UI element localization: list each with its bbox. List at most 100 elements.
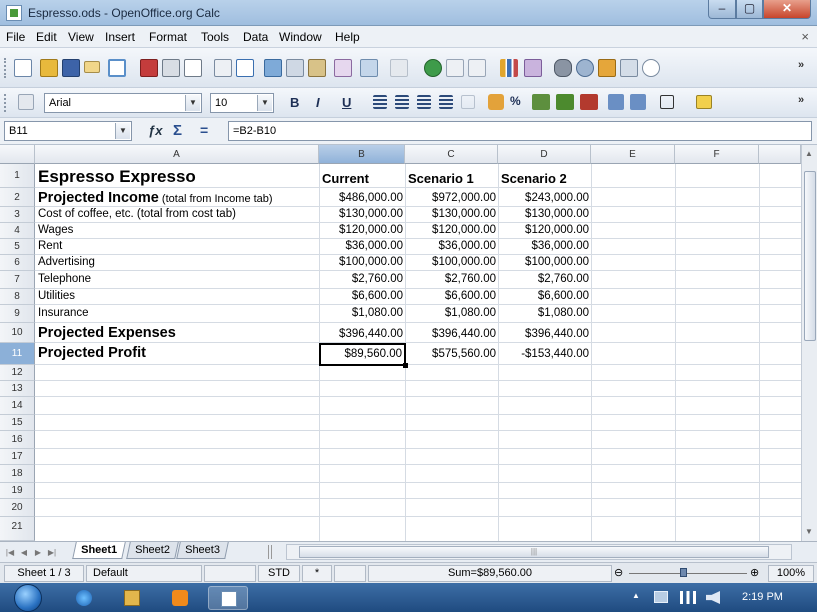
data-sources-icon[interactable] (620, 59, 638, 77)
volume-icon[interactable] (706, 591, 720, 604)
row-header[interactable]: 3 (0, 207, 35, 223)
minimize-button[interactable]: – (708, 0, 736, 19)
add-decimal-icon[interactable] (556, 94, 574, 110)
cell-a9[interactable]: Insurance (38, 307, 89, 319)
cell-d5[interactable]: $36,000.00 (498, 240, 589, 252)
page-style[interactable]: Default (86, 565, 202, 582)
standard-format-icon[interactable] (532, 94, 550, 110)
sort-ascending-icon[interactable] (446, 59, 464, 77)
scroll-up-icon[interactable]: ▲ (805, 149, 813, 158)
delete-decimal-icon[interactable] (580, 94, 598, 110)
autospellcheck-icon[interactable] (236, 59, 254, 77)
clock-time[interactable]: 2:19 PM (742, 591, 783, 603)
increase-indent-icon[interactable] (630, 94, 646, 110)
cell-b6[interactable]: $100,000.00 (319, 256, 403, 268)
menu-window[interactable]: Window (279, 30, 322, 44)
align-right-icon[interactable] (417, 95, 431, 109)
cell-b5[interactable]: $36,000.00 (319, 240, 403, 252)
toolbar-overflow-icon[interactable]: » (798, 94, 810, 112)
export-pdf-icon[interactable] (140, 59, 158, 77)
cell-c6[interactable]: $100,000.00 (405, 256, 496, 268)
cell-a4[interactable]: Wages (38, 224, 73, 236)
row-header[interactable]: 18 (0, 465, 35, 483)
cell-c9[interactable]: $1,080.00 (405, 307, 496, 319)
cell-a7[interactable]: Telephone (38, 273, 91, 285)
toolbar-overflow-icon[interactable]: » (798, 59, 810, 77)
sheet-tab-sheet3[interactable]: Sheet3 (176, 542, 229, 559)
cell-c3[interactable]: $130,000.00 (405, 208, 496, 220)
formula-input[interactable]: =B2-B10 (228, 121, 812, 141)
cut-icon[interactable] (264, 59, 282, 77)
taskbar-internet-explorer[interactable] (64, 586, 104, 610)
cell-a11[interactable]: Projected Profit (38, 345, 146, 361)
maximize-button[interactable]: ▢ (736, 0, 763, 19)
cell-d6[interactable]: $100,000.00 (498, 256, 589, 268)
scroll-down-icon[interactable]: ▼ (805, 527, 813, 536)
taskbar-explorer[interactable] (112, 586, 152, 610)
row-header[interactable]: 20 (0, 499, 35, 517)
column-header-b[interactable]: B (319, 145, 405, 164)
row-header[interactable]: 15 (0, 415, 35, 431)
new-document-icon[interactable] (14, 59, 32, 77)
bold-button[interactable]: B (290, 95, 299, 110)
navigator-icon[interactable] (576, 59, 594, 77)
cell-a10[interactable]: Projected Expenses (38, 325, 176, 341)
column-header-f[interactable]: F (675, 145, 759, 164)
underline-button[interactable]: U (342, 95, 351, 110)
menu-file[interactable]: File (6, 30, 25, 44)
row-header[interactable]: 17 (0, 449, 35, 465)
sum-icon[interactable]: Σ (173, 122, 182, 139)
function-wizard-icon[interactable]: ƒx (148, 123, 162, 138)
row-header[interactable]: 9 (0, 305, 35, 323)
zoom-slider-thumb[interactable] (680, 568, 687, 577)
zoom-in-icon[interactable]: ⊕ (750, 566, 759, 579)
cell-d11[interactable]: -$153,440.00 (498, 348, 589, 360)
row-header[interactable]: 8 (0, 289, 35, 305)
first-sheet-icon[interactable]: |◀ (4, 546, 16, 559)
open-folder-icon[interactable] (40, 59, 58, 77)
function-icon[interactable]: = (200, 122, 208, 138)
cell-c2[interactable]: $972,000.00 (405, 192, 496, 204)
cell-d7[interactable]: $2,760.00 (498, 273, 589, 285)
cell-d8[interactable]: $6,600.00 (498, 290, 589, 302)
cell-a6[interactable]: Advertising (38, 256, 95, 268)
taskbar-openoffice-calc[interactable] (208, 586, 248, 610)
chevron-down-icon[interactable]: ▼ (257, 95, 272, 111)
cell-d10[interactable]: $396,440.00 (498, 328, 589, 340)
next-sheet-icon[interactable]: ▶ (32, 546, 44, 559)
currency-format-icon[interactable] (488, 94, 504, 110)
merge-cells-icon[interactable] (461, 95, 475, 109)
cell-b9[interactable]: $1,080.00 (319, 307, 403, 319)
hyperlink-icon[interactable] (424, 59, 442, 77)
sheet-indicator[interactable]: Sheet 1 / 3 (4, 565, 84, 582)
last-sheet-icon[interactable]: ▶| (46, 546, 58, 559)
sort-descending-icon[interactable] (468, 59, 486, 77)
styles-formatting-icon[interactable] (18, 94, 34, 110)
row-header[interactable]: 2 (0, 188, 35, 207)
background-color-icon[interactable] (696, 95, 712, 109)
print-icon[interactable] (162, 59, 180, 77)
chart-icon[interactable] (500, 59, 518, 77)
close-button[interactable]: ✕ (763, 0, 811, 19)
cell-c8[interactable]: $6,600.00 (405, 290, 496, 302)
menu-data[interactable]: Data (243, 30, 268, 44)
row-header[interactable]: 5 (0, 239, 35, 255)
cell-a2[interactable]: Projected Income (total from Income tab) (38, 190, 273, 206)
menu-view[interactable]: View (68, 30, 94, 44)
draw-functions-icon[interactable] (524, 59, 542, 77)
tab-splitter-handle[interactable] (268, 545, 272, 559)
email-icon[interactable] (84, 61, 100, 73)
row-header[interactable]: 21 (0, 517, 35, 541)
action-center-icon[interactable] (654, 591, 668, 603)
row-header[interactable]: 7 (0, 271, 35, 289)
italic-button[interactable]: I (316, 95, 320, 110)
toolbar-grip[interactable] (4, 58, 8, 78)
cell-b3[interactable]: $130,000.00 (319, 208, 403, 220)
undo-icon[interactable] (360, 59, 378, 77)
cell-a5[interactable]: Rent (38, 240, 62, 252)
menu-tools[interactable]: Tools (201, 30, 229, 44)
save-icon[interactable] (62, 59, 80, 77)
justify-icon[interactable] (439, 95, 453, 109)
column-header-partial[interactable] (759, 145, 801, 164)
vertical-scrollbar[interactable]: ▲ ▼ (801, 145, 817, 541)
